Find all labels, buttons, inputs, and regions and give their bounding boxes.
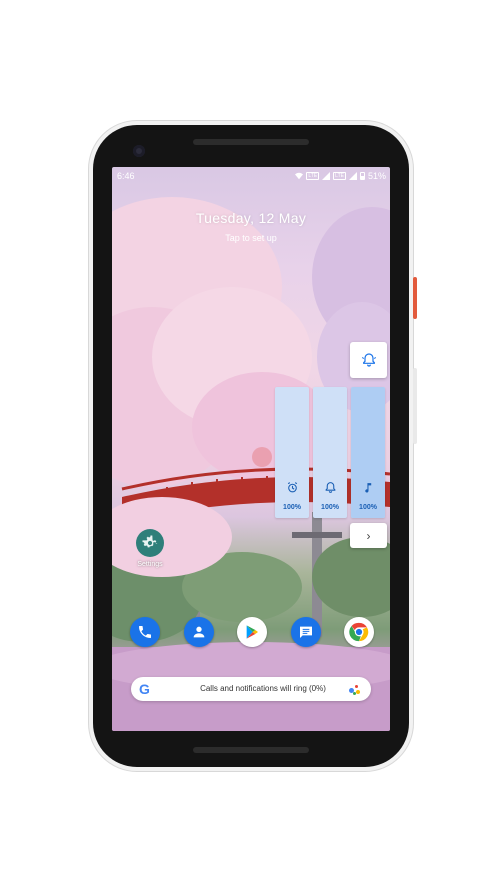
ringer-mode-button[interactable] <box>350 342 387 378</box>
top-speaker <box>193 139 309 145</box>
battery-percent: 51% <box>367 171 386 181</box>
media-volume-slider[interactable]: 100% <box>351 387 385 518</box>
status-time: 6:46 <box>117 171 135 181</box>
settings-gear-icon <box>136 529 164 557</box>
front-camera <box>133 145 145 157</box>
bell-vibrate-icon <box>361 353 376 367</box>
power-button[interactable] <box>413 277 417 319</box>
contacts-icon[interactable] <box>183 617 214 647</box>
bottom-speaker <box>193 747 309 753</box>
media-volume-percent: 100% <box>359 504 377 511</box>
signal-icon-1 <box>322 172 331 180</box>
play-store-icon[interactable] <box>237 617 267 647</box>
wifi-icon <box>295 172 304 180</box>
screen: 6:46 LTE LTE 51% Tuesday, 12 May Tap to … <box>112 167 390 731</box>
settings-label: Settings <box>137 561 163 568</box>
bell-icon <box>325 482 335 493</box>
lte-badge-2: LTE <box>333 172 346 180</box>
assistant-icon[interactable] <box>349 685 361 695</box>
app-dock <box>130 617 374 647</box>
google-search-bar[interactable]: G Calls and notifications will ring (0%) <box>131 677 371 701</box>
alarm-volume-percent: 100% <box>283 504 301 511</box>
lockscreen-date[interactable]: Tuesday, 12 May <box>112 210 390 226</box>
battery-icon <box>359 172 365 180</box>
messages-icon[interactable] <box>290 617 321 647</box>
alarm-volume-slider[interactable]: 100% <box>275 387 309 518</box>
media-volume-fill <box>351 387 385 518</box>
google-g-logo: G <box>139 681 150 697</box>
status-bar: 6:46 LTE LTE 51% <box>112 167 390 185</box>
music-note-icon <box>364 483 371 493</box>
chrome-icon[interactable] <box>344 617 374 647</box>
ringer-toast: Calls and notifications will ring (0%) <box>200 684 326 693</box>
alarm-clock-icon <box>287 482 297 493</box>
phone-frame: 6:46 LTE LTE 51% Tuesday, 12 May Tap to … <box>93 125 417 767</box>
volume-expand-button[interactable]: › <box>350 523 387 548</box>
settings-app[interactable]: Settings <box>130 529 170 568</box>
lte-badge-1: LTE <box>306 172 320 180</box>
signal-icon-2 <box>348 172 357 180</box>
phone-icon[interactable] <box>130 617 160 647</box>
volume-rocker[interactable] <box>413 368 417 444</box>
tap-to-set-up[interactable]: Tap to set up <box>112 233 390 243</box>
ring-volume-percent: 100% <box>321 504 339 511</box>
ring-volume-slider[interactable]: 100% <box>313 387 347 518</box>
